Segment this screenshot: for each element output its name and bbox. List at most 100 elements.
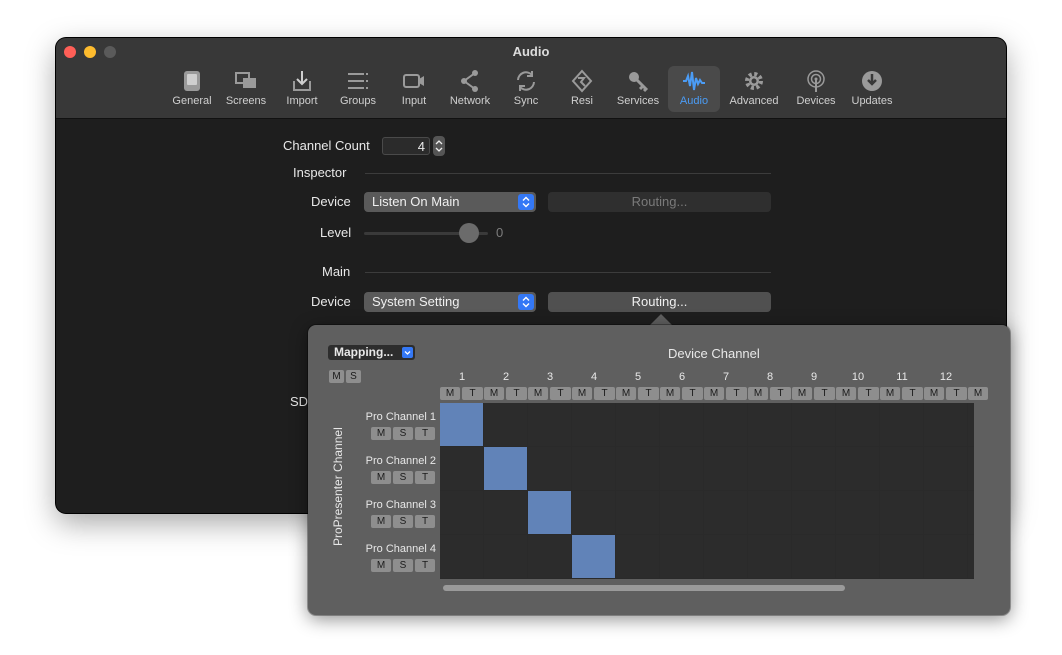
channel-count-stepper[interactable] xyxy=(433,136,445,156)
tab-groups[interactable]: Groups xyxy=(332,66,384,112)
routing-cell[interactable] xyxy=(968,491,974,534)
device-channel-mute-button[interactable]: M xyxy=(968,387,988,400)
tab-general[interactable]: General xyxy=(166,66,218,112)
mapping-popup[interactable]: Mapping... xyxy=(328,345,415,360)
routing-cell[interactable] xyxy=(528,447,571,490)
routing-cell[interactable] xyxy=(968,535,974,578)
device-channel-test-button[interactable]: T xyxy=(638,387,659,400)
global-mute-button[interactable]: M xyxy=(329,370,344,383)
tab-services[interactable]: Services xyxy=(612,66,664,112)
tab-network[interactable]: Network xyxy=(444,66,496,112)
routing-cell[interactable] xyxy=(836,403,879,446)
routing-cell[interactable] xyxy=(924,447,967,490)
routing-cell[interactable] xyxy=(748,535,791,578)
routing-cell[interactable] xyxy=(440,535,483,578)
tab-input[interactable]: Input xyxy=(388,66,440,112)
routing-cell[interactable] xyxy=(792,447,835,490)
global-solo-button[interactable]: S xyxy=(346,370,361,383)
routing-cell[interactable] xyxy=(880,403,923,446)
pro-channel-solo-button[interactable]: S xyxy=(393,427,413,440)
device-channel-mute-button[interactable]: M xyxy=(704,387,724,400)
pro-channel-solo-button[interactable]: S xyxy=(393,559,413,572)
routing-cell[interactable] xyxy=(572,403,615,446)
device-channel-test-button[interactable]: T xyxy=(858,387,879,400)
routing-cell[interactable] xyxy=(880,535,923,578)
pro-channel-solo-button[interactable]: S xyxy=(393,515,413,528)
device-channel-test-button[interactable]: T xyxy=(550,387,571,400)
tab-audio[interactable]: Audio xyxy=(668,66,720,112)
device-channel-mute-button[interactable]: M xyxy=(924,387,944,400)
pro-channel-mute-button[interactable]: M xyxy=(371,427,391,440)
channel-count-field[interactable]: 4 xyxy=(382,137,430,155)
routing-cell[interactable] xyxy=(660,491,703,534)
routing-cell[interactable] xyxy=(440,491,483,534)
device-channel-test-button[interactable]: T xyxy=(682,387,703,400)
tab-resi[interactable]: Resi xyxy=(556,66,608,112)
device-channel-test-button[interactable]: T xyxy=(946,387,967,400)
device-channel-mute-button[interactable]: M xyxy=(528,387,548,400)
routing-cell[interactable] xyxy=(880,447,923,490)
device-channel-test-button[interactable]: T xyxy=(594,387,615,400)
routing-cell[interactable] xyxy=(968,447,974,490)
routing-cell[interactable] xyxy=(528,403,571,446)
routing-cell[interactable] xyxy=(704,447,747,490)
device-channel-mute-button[interactable]: M xyxy=(792,387,812,400)
horizontal-scrollbar[interactable] xyxy=(443,585,845,591)
routing-cell[interactable] xyxy=(748,491,791,534)
device-channel-test-button[interactable]: T xyxy=(902,387,923,400)
device-channel-mute-button[interactable]: M xyxy=(660,387,680,400)
routing-cell[interactable] xyxy=(792,535,835,578)
inspector-device-popup[interactable]: Listen On Main xyxy=(364,192,536,212)
routing-cell[interactable] xyxy=(704,403,747,446)
device-channel-mute-button[interactable]: M xyxy=(484,387,504,400)
device-channel-mute-button[interactable]: M xyxy=(748,387,768,400)
routing-cell[interactable] xyxy=(484,403,527,446)
device-channel-mute-button[interactable]: M xyxy=(440,387,460,400)
routing-cell-active[interactable] xyxy=(572,535,615,578)
routing-cell[interactable] xyxy=(572,491,615,534)
routing-cell-active[interactable] xyxy=(440,403,483,446)
routing-cell[interactable] xyxy=(748,447,791,490)
routing-cell[interactable] xyxy=(572,447,615,490)
device-channel-mute-button[interactable]: M xyxy=(836,387,856,400)
device-channel-mute-button[interactable]: M xyxy=(572,387,592,400)
pro-channel-test-button[interactable]: T xyxy=(415,427,435,440)
routing-cell[interactable] xyxy=(528,535,571,578)
tab-sync[interactable]: Sync xyxy=(500,66,552,112)
routing-cell[interactable] xyxy=(660,403,703,446)
inspector-routing-button[interactable]: Routing... xyxy=(548,192,771,212)
tab-import[interactable]: Import xyxy=(276,66,328,112)
tab-screens[interactable]: Screens xyxy=(220,66,272,112)
routing-cell[interactable] xyxy=(836,491,879,534)
routing-cell[interactable] xyxy=(484,535,527,578)
routing-cell[interactable] xyxy=(440,447,483,490)
inspector-level-knob[interactable] xyxy=(459,223,479,243)
pro-channel-mute-button[interactable]: M xyxy=(371,471,391,484)
routing-cell-active[interactable] xyxy=(528,491,571,534)
pro-channel-test-button[interactable]: T xyxy=(415,559,435,572)
routing-cell[interactable] xyxy=(704,535,747,578)
pro-channel-test-button[interactable]: T xyxy=(415,515,435,528)
routing-cell[interactable] xyxy=(836,447,879,490)
routing-cell[interactable] xyxy=(792,403,835,446)
device-channel-mute-button[interactable]: M xyxy=(880,387,900,400)
routing-cell[interactable] xyxy=(660,535,703,578)
device-channel-test-button[interactable]: T xyxy=(770,387,791,400)
tab-devices[interactable]: Devices xyxy=(790,66,842,112)
routing-cell[interactable] xyxy=(484,491,527,534)
routing-cell[interactable] xyxy=(880,491,923,534)
routing-cell[interactable] xyxy=(792,491,835,534)
device-channel-test-button[interactable]: T xyxy=(726,387,747,400)
routing-cell[interactable] xyxy=(616,535,659,578)
tab-updates[interactable]: Updates xyxy=(846,66,898,112)
device-channel-mute-button[interactable]: M xyxy=(616,387,636,400)
routing-cell-active[interactable] xyxy=(484,447,527,490)
routing-cell[interactable] xyxy=(968,403,974,446)
routing-cell[interactable] xyxy=(924,535,967,578)
routing-cell[interactable] xyxy=(616,491,659,534)
main-device-popup[interactable]: System Setting xyxy=(364,292,536,312)
pro-channel-test-button[interactable]: T xyxy=(415,471,435,484)
pro-channel-solo-button[interactable]: S xyxy=(393,471,413,484)
routing-cell[interactable] xyxy=(616,403,659,446)
main-routing-button[interactable]: Routing... xyxy=(548,292,771,312)
